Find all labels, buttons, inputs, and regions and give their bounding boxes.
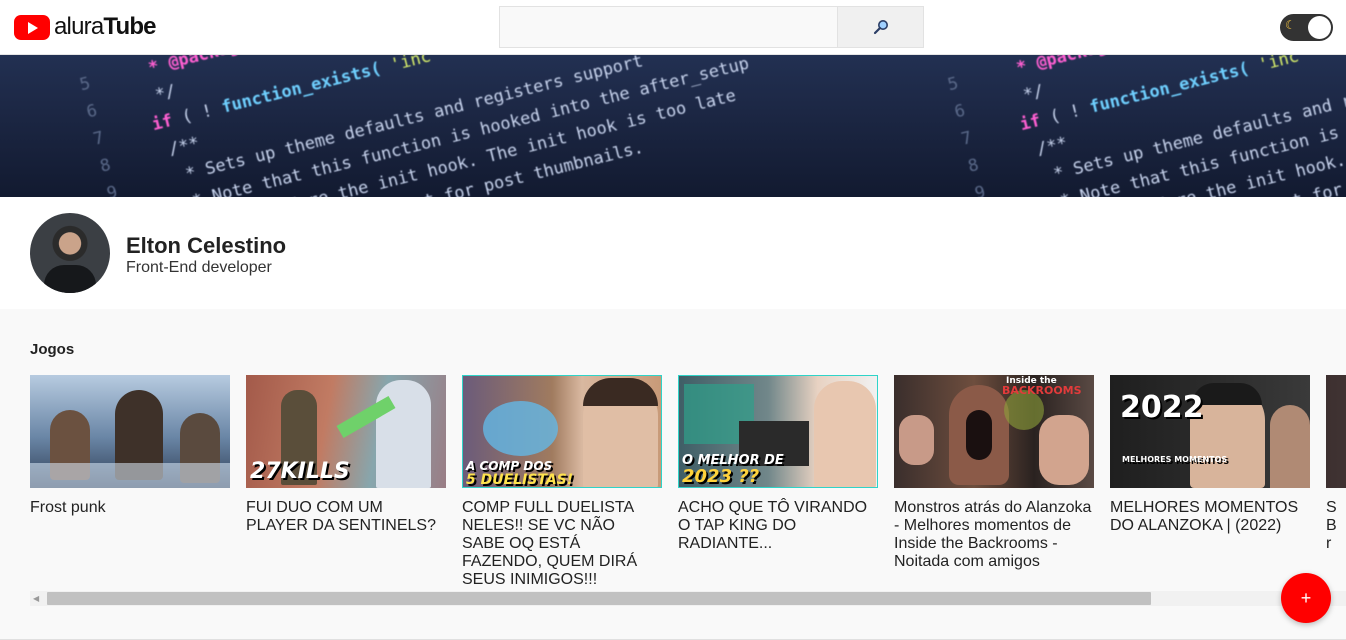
video-thumbnail[interactable]: 2022 MELHORES MOMENTOS bbox=[1110, 375, 1310, 488]
video-title[interactable]: S B r bbox=[1326, 499, 1346, 553]
alura-tube-logo[interactable]: aluraTube bbox=[14, 13, 157, 41]
video-card[interactable]: A COMP DOS 5 DUELISTAS! COMP FULL DUELIS… bbox=[462, 375, 662, 589]
video-title[interactable]: FUI DUO COM UM PLAYER DA SENTINELS? bbox=[246, 499, 446, 535]
channel-banner: 5 * @package 'inc' 6 */ 7 if ( ! functio… bbox=[0, 55, 1346, 197]
video-card[interactable]: 2022 MELHORES MOMENTOS MELHORES MOMENTOS… bbox=[1110, 375, 1310, 535]
moon-icon: ☾ bbox=[1285, 18, 1296, 32]
profile-role: Front-End developer bbox=[126, 259, 272, 276]
logo-text: aluraTube bbox=[54, 13, 157, 40]
video-card[interactable]: Frost punk bbox=[30, 375, 230, 517]
play-logo-icon bbox=[14, 14, 50, 40]
banner-image: 5 * @package 'inc' 6 */ 7 if ( ! functio… bbox=[0, 55, 868, 197]
banner-image-repeat: 5 * @package 'inc' 6 */ 7 if ( ! functio… bbox=[868, 55, 1346, 197]
thumbnail-caption: A COMP DOS bbox=[466, 459, 553, 473]
thumbnail-caption: 2023 ?? bbox=[682, 466, 760, 487]
scrollbar-thumb[interactable] bbox=[47, 592, 1151, 605]
avatar[interactable] bbox=[30, 213, 110, 293]
video-thumbnail[interactable] bbox=[1326, 375, 1346, 488]
video-list: Frost punk 27KILLS FUI DUO COM UM PLAYER… bbox=[30, 375, 1346, 595]
video-thumbnail[interactable]: Inside the BACKROOMS bbox=[894, 375, 1094, 488]
video-thumbnail[interactable]: A COMP DOS 5 DUELISTAS! bbox=[462, 375, 662, 488]
plus-label: + bbox=[1300, 587, 1312, 608]
profile-name: Elton Celestino bbox=[126, 233, 287, 258]
thumbnail-caption: BACKROOMS bbox=[1002, 384, 1082, 397]
thumbnail-caption: MELHORES MOMENTOS bbox=[1122, 455, 1228, 464]
section-title: Jogos bbox=[30, 341, 75, 358]
dark-mode-toggle[interactable]: ☾ bbox=[1280, 14, 1333, 41]
top-header: aluraTube ☾ bbox=[0, 0, 1346, 55]
thumbnail-caption: 2022 bbox=[1120, 390, 1204, 425]
video-card[interactable]: S B r bbox=[1326, 375, 1346, 553]
video-thumbnail[interactable] bbox=[30, 375, 230, 488]
scroll-left-arrow-icon[interactable]: ◀ bbox=[33, 594, 39, 603]
video-title[interactable]: COMP FULL DUELISTA NELES!! SE VC NÃO SAB… bbox=[462, 499, 662, 589]
add-video-button[interactable]: + bbox=[1281, 573, 1331, 623]
video-title[interactable]: Frost punk bbox=[30, 499, 230, 517]
video-card[interactable]: 27KILLS FUI DUO COM UM PLAYER DA SENTINE… bbox=[246, 375, 446, 535]
search-input[interactable] bbox=[500, 7, 839, 47]
video-card[interactable]: Inside the BACKROOMS Monstros atrás do A… bbox=[894, 375, 1094, 571]
video-thumbnail[interactable]: 27KILLS bbox=[246, 375, 446, 488]
magnifier-icon bbox=[873, 20, 888, 35]
thumbnail-caption: 27KILLS bbox=[250, 459, 350, 484]
video-card[interactable]: O MELHOR DE 2023 ?? ACHO QUE TÔ VIRANDO … bbox=[678, 375, 878, 553]
toggle-knob bbox=[1308, 16, 1331, 39]
search-button[interactable] bbox=[838, 7, 923, 47]
video-thumbnail[interactable]: O MELHOR DE 2023 ?? bbox=[678, 375, 878, 488]
thumbnail-caption: 5 DUELISTAS! bbox=[466, 472, 574, 488]
video-title[interactable]: ACHO QUE TÔ VIRANDO O TAP KING DO RADIAN… bbox=[678, 499, 878, 553]
video-title[interactable]: MELHORES MOMENTOS DO ALANZOKA | (2022) bbox=[1110, 499, 1310, 535]
search-bar bbox=[499, 6, 924, 48]
video-title[interactable]: Monstros atrás do Alanzoka - Melhores mo… bbox=[894, 499, 1094, 571]
